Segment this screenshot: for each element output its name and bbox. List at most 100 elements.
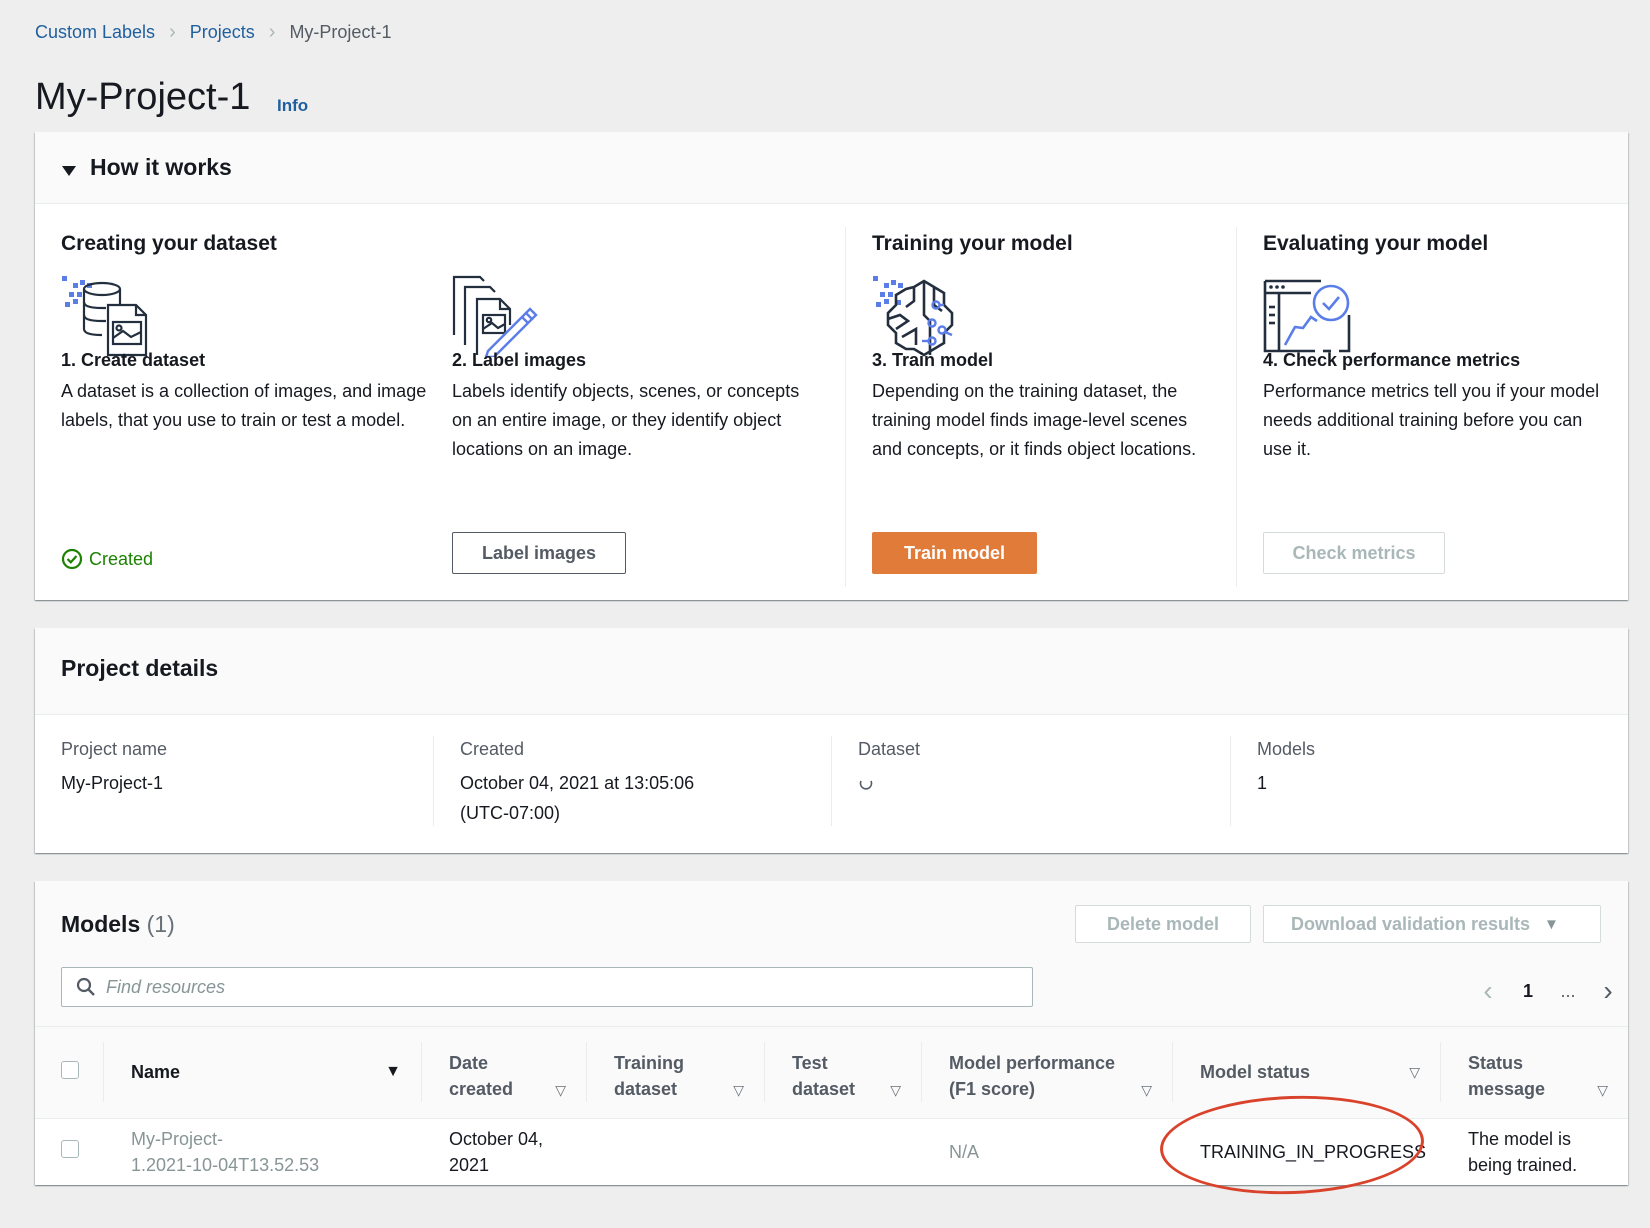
step-description: A dataset is a collection of images, and… (61, 381, 427, 430)
models-table: Name ▼ Date created ▽ Training dataset ▽ Test… (35, 1027, 1628, 1186)
sort-icon[interactable]: ▽ (733, 1082, 744, 1099)
step-title: 1. Create dataset (61, 350, 206, 370)
column-header-status-message[interactable]: Status message ▽ (1440, 1027, 1628, 1119)
chevron-right-icon: › (268, 20, 276, 43)
field-divider (433, 736, 434, 826)
section-title-dataset: Creating your dataset (61, 232, 277, 255)
field-divider (831, 736, 832, 826)
model-name-part: 1.2021-10-04T13.52.53 (131, 1155, 320, 1176)
column-header-model-status[interactable]: Model status ▽ (1172, 1027, 1440, 1119)
section-title-training: Training your model (872, 232, 1073, 255)
sort-icon[interactable]: ▽ (1141, 1082, 1152, 1099)
column-label: Status (1468, 1053, 1524, 1074)
date-part: 2021 (449, 1155, 490, 1176)
field-value: My-Project-1 (61, 773, 164, 793)
database-image-icon (61, 275, 151, 357)
step-description: Performance metrics tell you if your mod… (1263, 381, 1600, 459)
field-divider (1230, 736, 1231, 826)
table-row[interactable]: My-Project- 1.2021-10-04T13.52.53 October… (35, 1118, 1628, 1186)
status-created: Created (61, 548, 153, 570)
status-message-part: The model is (1468, 1129, 1572, 1150)
sort-icon[interactable]: ▽ (1597, 1082, 1608, 1099)
status-created-label: Created (89, 548, 154, 569)
column-header-training-dataset[interactable]: Training dataset ▽ (586, 1027, 764, 1119)
project-details-header: Project details (35, 628, 1628, 715)
section-title-evaluating: Evaluating your model (1263, 232, 1489, 255)
field-value-timezone: (UTC-07:00) (460, 803, 561, 823)
column-label: created (449, 1079, 514, 1100)
column-label: Name (131, 1062, 181, 1083)
date-created-cell: October 04, 2021 (421, 1118, 586, 1186)
field-label: Models (1257, 739, 1316, 759)
chevron-right-icon[interactable]: › (1588, 975, 1628, 1007)
column-label: Model status (1200, 1062, 1311, 1083)
pagination: ‹ 1 ... › (1468, 975, 1628, 1007)
check-metrics-button[interactable]: Check metrics (1263, 532, 1445, 574)
delete-model-button[interactable]: Delete model (1075, 905, 1251, 943)
download-validation-results-button[interactable]: Download validation results ▼ (1263, 905, 1601, 943)
label-images-button[interactable]: Label images (452, 532, 626, 574)
date-part: October 04, (449, 1129, 544, 1150)
test-dataset-cell (764, 1118, 921, 1186)
field-models: Models 1 (1257, 739, 1315, 798)
table-header-row: Name ▼ Date created ▽ Training dataset ▽ Test… (35, 1027, 1628, 1119)
field-dataset: Dataset (858, 739, 920, 798)
column-label: message (1468, 1079, 1546, 1100)
sort-icon[interactable]: ▽ (1409, 1064, 1420, 1081)
how-it-works-title: How it works (90, 154, 232, 180)
models-title: Models (1) (61, 911, 175, 938)
how-it-works-header[interactable]: How it works (35, 132, 1628, 204)
breadcrumb-projects[interactable]: Projects (190, 22, 255, 43)
field-created: Created October 04, 2021 at 13:05:06 (UT… (460, 739, 694, 828)
page-title: My-Project-1 (35, 76, 251, 118)
chevron-left-icon[interactable]: ‹ (1468, 975, 1508, 1007)
select-all-cell (35, 1027, 103, 1119)
training-dataset-cell (586, 1118, 764, 1186)
column-divider (1236, 227, 1237, 587)
model-name-link[interactable]: My-Project- 1.2021-10-04T13.52.53 (131, 1129, 319, 1175)
column-label: (F1 score) (949, 1079, 1036, 1100)
column-header-date-created[interactable]: Date created ▽ (421, 1027, 586, 1119)
train-model-button[interactable]: Train model (872, 532, 1037, 574)
column-header-name[interactable]: Name ▼ (103, 1027, 421, 1119)
breadcrumb-current: My-Project-1 (289, 21, 392, 42)
sort-descending-icon[interactable]: ▼ (385, 1063, 401, 1081)
how-it-works-panel: How it works Creating your dataset Train… (35, 132, 1628, 600)
model-name-part: My-Project- (131, 1129, 224, 1150)
status-message-part: being trained. (1468, 1155, 1578, 1176)
step-title: 3. Train model (872, 350, 994, 370)
breadcrumb-custom-labels[interactable]: Custom Labels (35, 22, 155, 43)
step-title: 2. Label images (452, 350, 587, 370)
select-all-checkbox[interactable] (61, 1060, 79, 1079)
models-header: Models (1) Delete model Download validat… (35, 881, 1628, 1027)
models-count: (1) (146, 911, 175, 937)
column-label: Test (792, 1053, 828, 1074)
search-input[interactable] (106, 976, 1006, 998)
column-divider (845, 227, 846, 587)
project-details-panel: Project details Project name My-Project-… (35, 628, 1628, 853)
search-field[interactable] (61, 967, 1033, 1007)
row-select-cell (35, 1118, 103, 1186)
column-label: dataset (792, 1079, 856, 1100)
row-checkbox[interactable] (61, 1140, 79, 1159)
step-description: Labels identify objects, scenes, or conc… (452, 381, 800, 459)
step-description: Depending on the training dataset, the t… (872, 381, 1197, 459)
check-circle-icon (61, 548, 83, 570)
sort-icon[interactable]: ▽ (890, 1082, 901, 1099)
chevron-right-icon: › (169, 20, 176, 43)
field-label: Project name (61, 739, 168, 759)
sort-icon[interactable]: ▽ (555, 1082, 566, 1099)
metrics-chart-icon (1263, 275, 1353, 357)
project-details-title: Project details (61, 655, 219, 681)
model-name-cell: My-Project- 1.2021-10-04T13.52.53 (103, 1118, 421, 1186)
column-header-model-performance[interactable]: Model performance (F1 score) ▽ (921, 1027, 1172, 1119)
page-number[interactable]: 1 (1508, 981, 1548, 1002)
caret-down-icon[interactable] (62, 166, 76, 176)
search-icon (76, 977, 95, 996)
column-header-test-dataset[interactable]: Test dataset ▽ (764, 1027, 921, 1119)
step-title: 4. Check performance metrics (1263, 350, 1521, 370)
info-link[interactable]: Info (277, 96, 308, 116)
caret-down-icon: ▼ (1544, 915, 1559, 933)
field-value: October 04, 2021 at 13:05:06 (460, 773, 695, 793)
field-label: Created (460, 739, 525, 759)
